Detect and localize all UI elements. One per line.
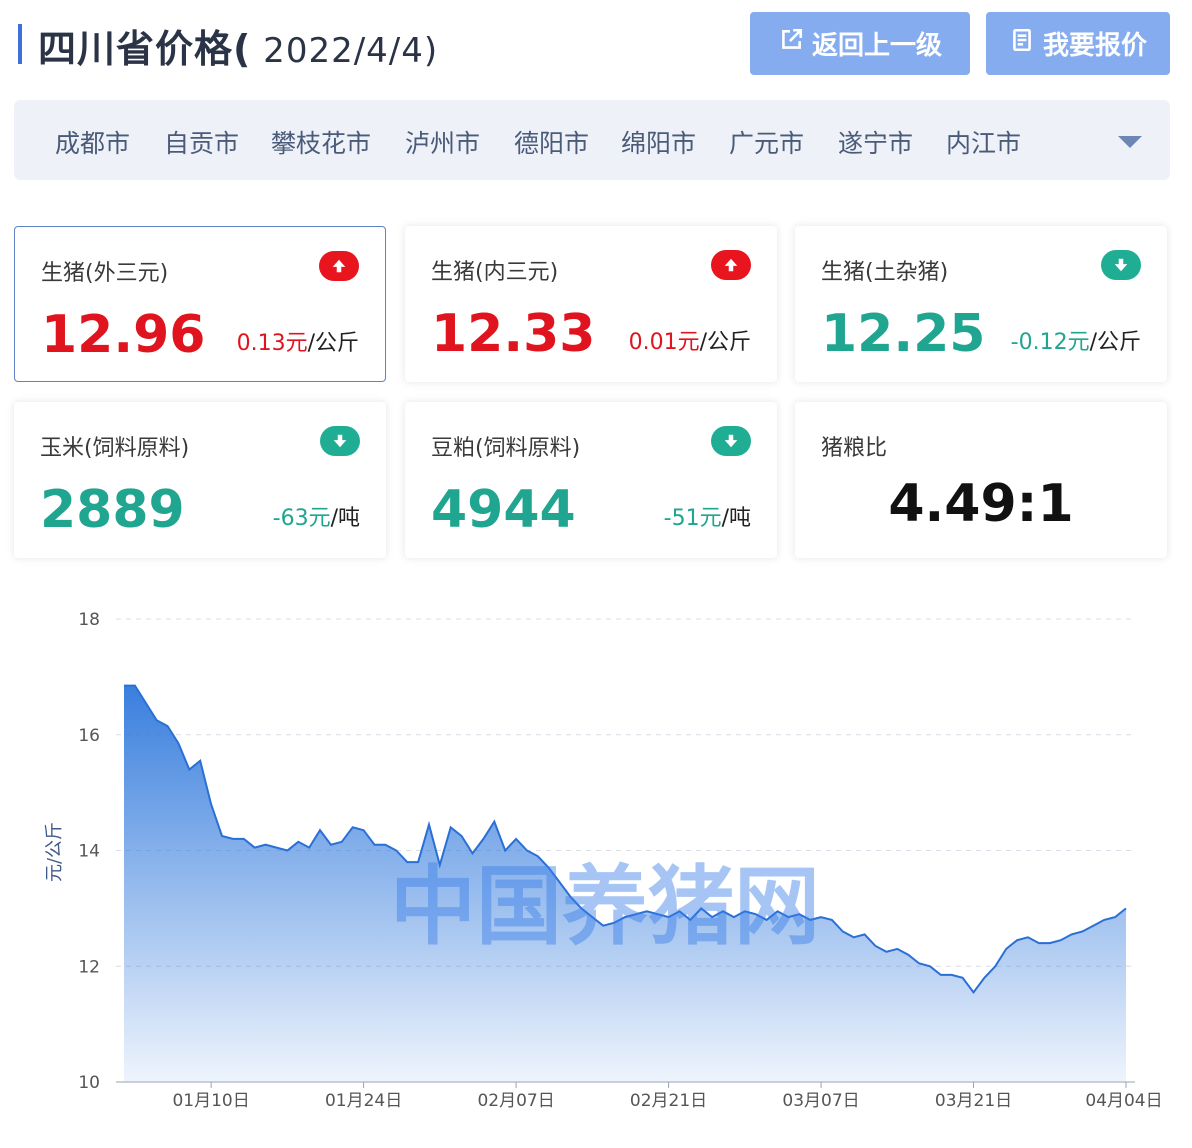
price-trend-chart: 中国养猪网 10 12 14 16 18 01月10日 01月24日 02月07日 02月21日… (0, 590, 1192, 1148)
change-amount: 0.01元 (628, 330, 700, 355)
x-tick-label: 02月21日 (630, 1091, 707, 1111)
change-amount: -51元 (663, 506, 722, 531)
card-value: 12.33 (431, 304, 596, 364)
pig-grain-ratio-card[interactable]: 猪粮比 4.49:1 (795, 402, 1167, 558)
title-text: 四川省价格( (38, 27, 252, 71)
card-label: 生猪(内三元) (431, 260, 559, 285)
card-value: 4944 (431, 480, 576, 540)
x-tick-label: 01月10日 (172, 1091, 249, 1111)
y-tick-label: 12 (78, 957, 100, 977)
card-change: 0.13元/公斤 (237, 325, 359, 357)
arrow-down-icon (320, 426, 360, 456)
card-change: -51元/吨 (664, 500, 751, 532)
card-label: 豆粕(饲料原料) (431, 436, 581, 461)
title-date: 2022/4/4) (251, 31, 439, 71)
price-card-pig-local[interactable]: 生猪(土杂猪) 12.25 -0.12元/公斤 (795, 226, 1167, 382)
card-label: 猪粮比 (821, 436, 888, 461)
city-tab[interactable]: 成都市 (55, 124, 130, 160)
city-tab-bar: 成都市 自贡市 攀枝花市 泸州市 德阳市 绵阳市 广元市 遂宁市 内江市 (14, 100, 1170, 180)
arrow-down-icon (1101, 250, 1141, 280)
x-tick-label: 02月07日 (477, 1091, 554, 1111)
chart-svg: 中国养猪网 10 12 14 16 18 01月10日 01月24日 02月07日 02月21日… (44, 610, 1163, 1111)
city-tab[interactable]: 内江市 (946, 124, 1021, 160)
change-unit: /公斤 (1089, 330, 1141, 355)
price-card-soymeal[interactable]: 豆粕(饲料原料) 4944 -51元/吨 (405, 402, 777, 558)
change-unit: /公斤 (307, 331, 359, 356)
ratio-value: 4.49:1 (888, 474, 1074, 534)
city-tab[interactable]: 自贡市 (164, 124, 239, 160)
city-tab[interactable]: 绵阳市 (621, 124, 696, 160)
y-tick-label: 16 (78, 726, 100, 746)
change-amount: -0.12元 (1010, 330, 1090, 355)
quote-button[interactable]: 我要报价 (986, 12, 1170, 75)
arrow-up-icon (711, 250, 751, 280)
card-change: 0.01元/公斤 (629, 324, 751, 356)
document-icon (1009, 27, 1035, 60)
external-link-icon (778, 27, 804, 60)
price-card-pig-inner[interactable]: 生猪(内三元) 12.33 0.01元/公斤 (405, 226, 777, 382)
y-tick-label: 14 (78, 842, 100, 862)
card-change: -63元/吨 (273, 500, 360, 532)
watermark-text: 中国养猪网 (390, 857, 820, 957)
x-tick-label: 04月04日 (1085, 1091, 1162, 1111)
card-label: 生猪(土杂猪) (821, 260, 949, 285)
title-accent-bar (18, 24, 22, 64)
x-tick-label: 03月07日 (782, 1091, 859, 1111)
card-label: 玉米(饲料原料) (40, 436, 190, 461)
city-tab[interactable]: 广元市 (729, 124, 804, 160)
city-tab[interactable]: 泸州市 (405, 124, 480, 160)
y-tick-label: 18 (78, 610, 100, 630)
chevron-down-icon[interactable] (1118, 136, 1142, 148)
back-button-label: 返回上一级 (811, 31, 942, 61)
arrow-up-icon (319, 251, 359, 281)
change-unit: /吨 (330, 506, 360, 531)
change-amount: -63元 (272, 506, 331, 531)
x-tick-label: 01月24日 (325, 1091, 402, 1111)
change-unit: /公斤 (699, 330, 751, 355)
city-tab[interactable]: 德阳市 (514, 124, 589, 160)
card-value: 12.25 (821, 304, 986, 364)
y-tick-label: 10 (78, 1073, 100, 1093)
x-tick-label: 03月21日 (935, 1091, 1012, 1111)
arrow-down-icon (711, 426, 751, 456)
price-card-pig-outer[interactable]: 生猪(外三元) 12.96 0.13元/公斤 (14, 226, 386, 382)
card-change: -0.12元/公斤 (1011, 324, 1141, 356)
city-tab[interactable]: 遂宁市 (838, 124, 913, 160)
card-value: 2889 (40, 480, 185, 540)
city-tab[interactable]: 攀枝花市 (271, 124, 371, 160)
page-title: 四川省价格( 2022/4/4) (38, 18, 438, 73)
card-label: 生猪(外三元) (41, 261, 169, 286)
page-header: 四川省价格( 2022/4/4) 返回上一级 我要报价 (0, 0, 1192, 90)
back-button[interactable]: 返回上一级 (750, 12, 970, 75)
quote-button-label: 我要报价 (1042, 31, 1147, 61)
change-amount: 0.13元 (236, 331, 308, 356)
change-unit: /吨 (721, 506, 751, 531)
card-value: 12.96 (41, 305, 206, 365)
y-axis-label: 元/公斤 (44, 822, 65, 882)
price-card-corn[interactable]: 玉米(饲料原料) 2889 -63元/吨 (14, 402, 386, 558)
